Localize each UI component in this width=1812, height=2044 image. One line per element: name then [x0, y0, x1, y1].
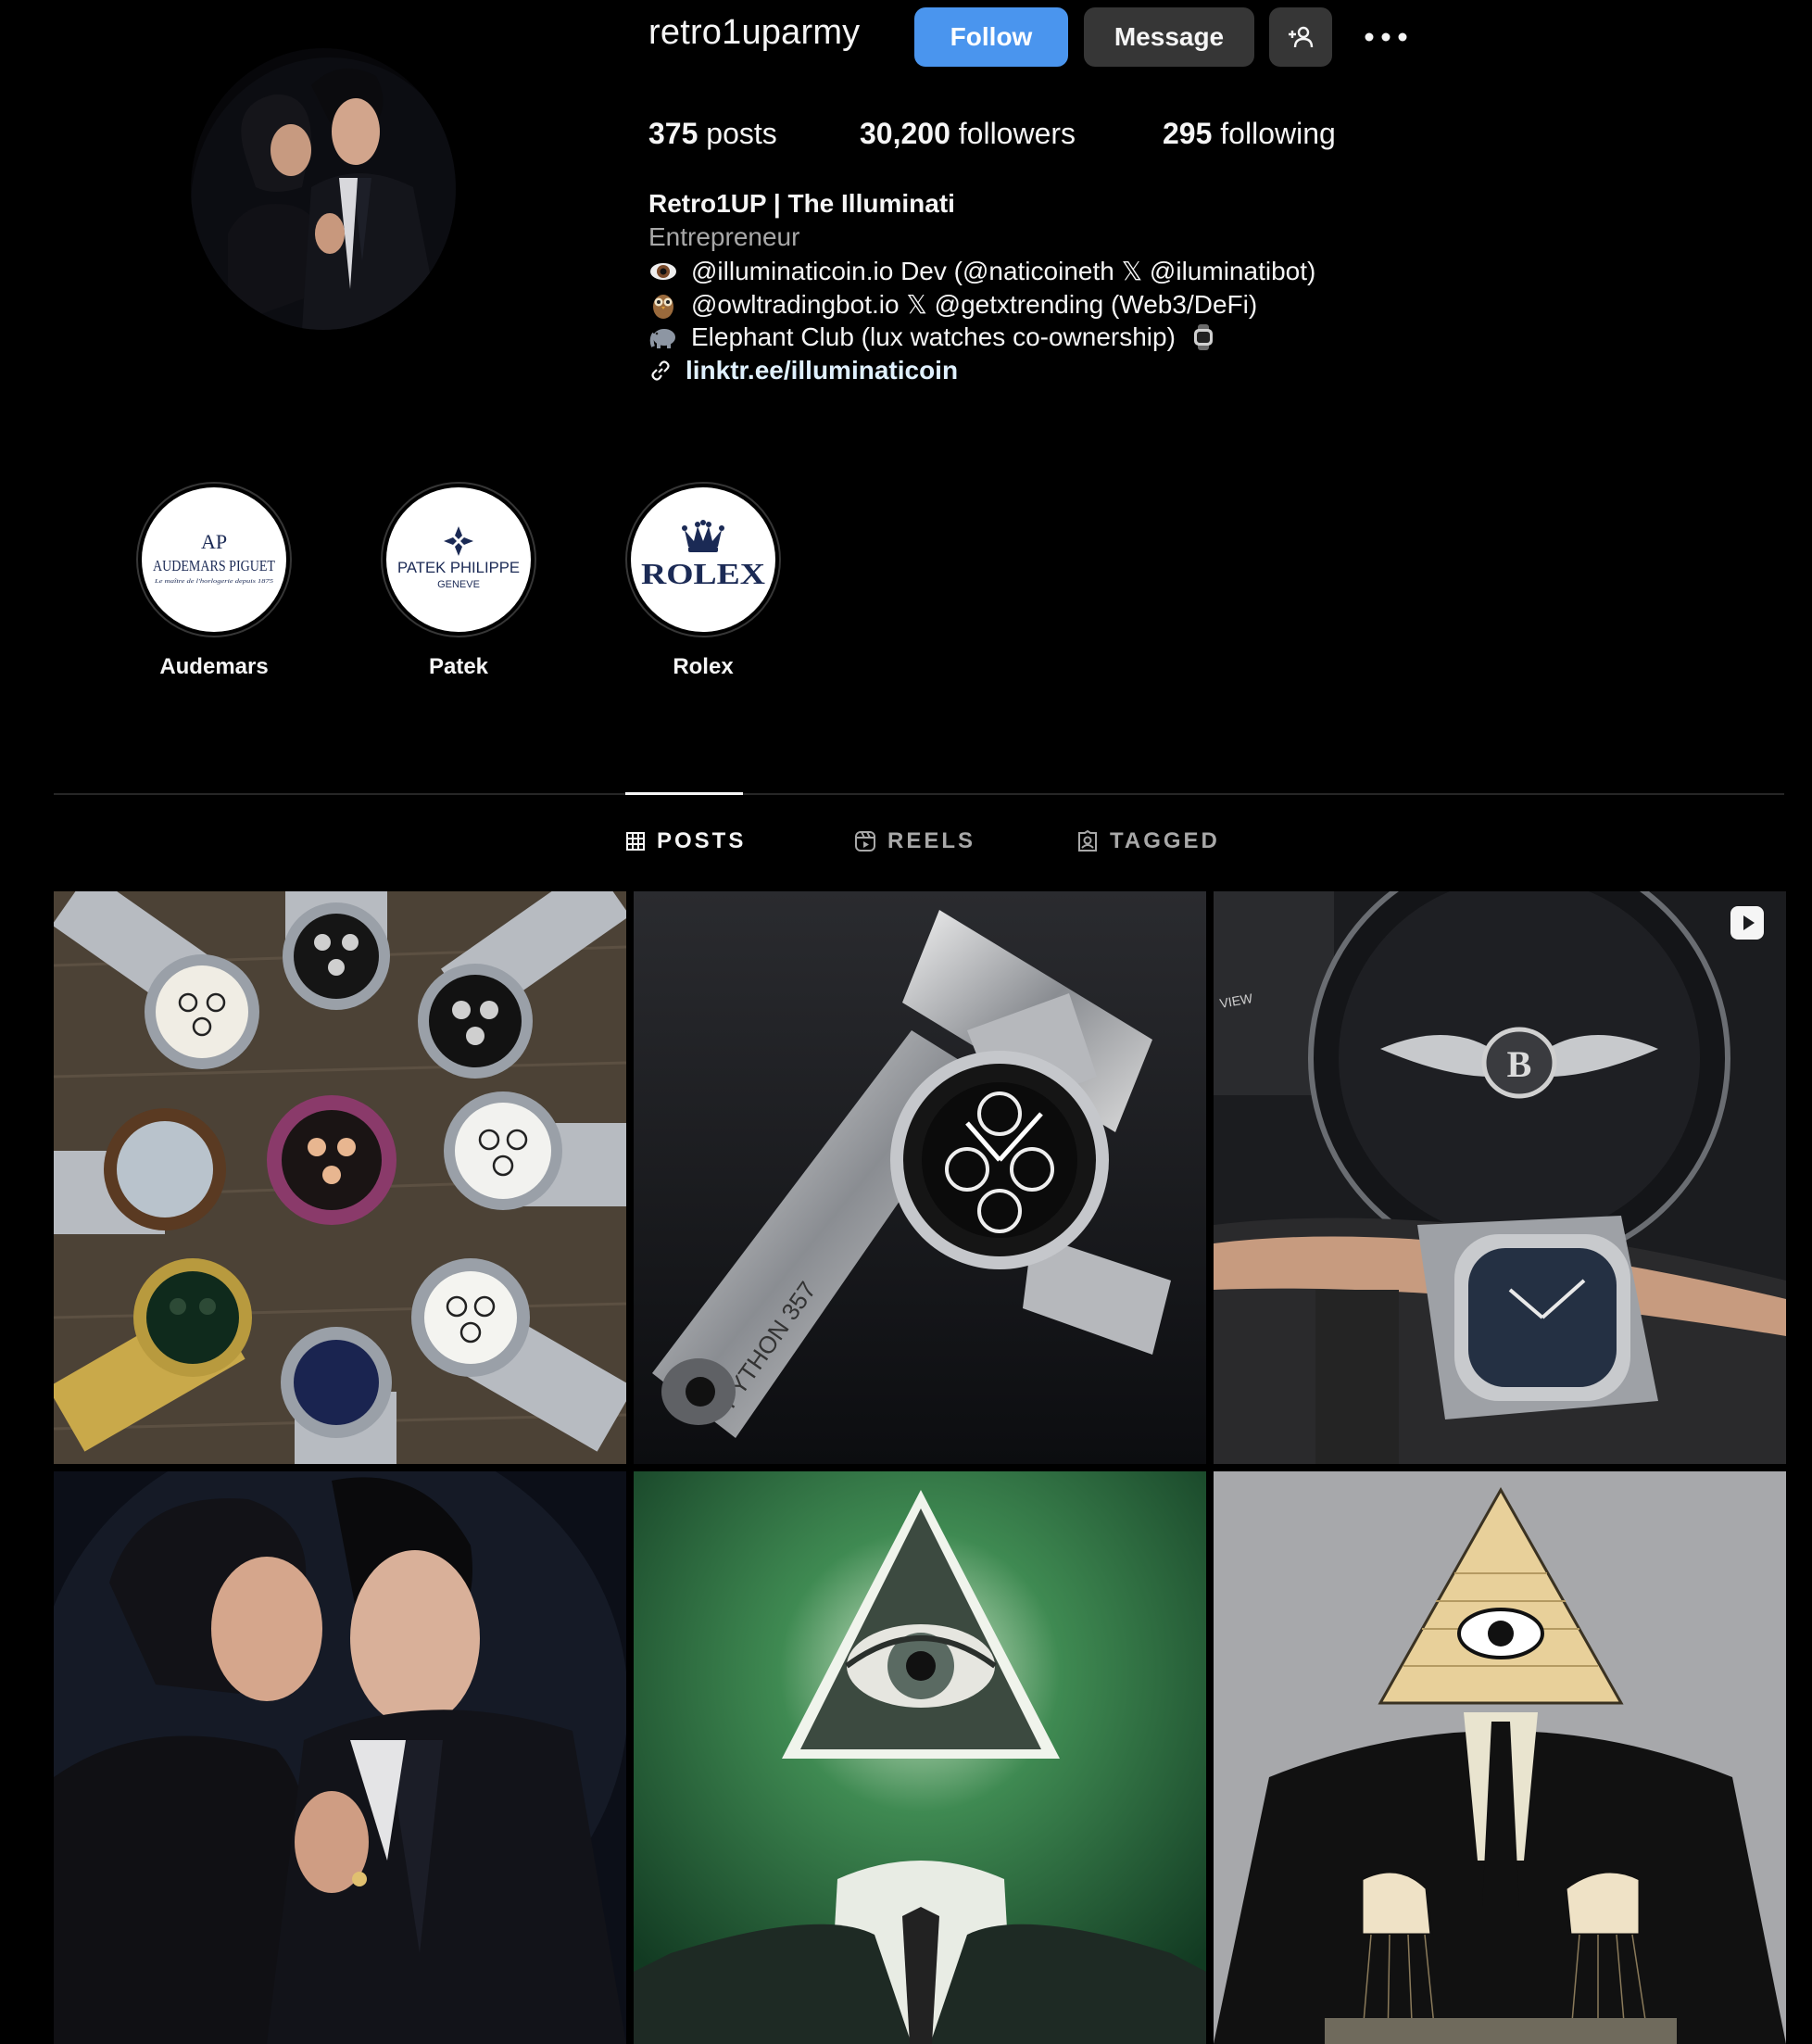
eye-emoji-icon — [650, 262, 676, 280]
owl-emoji-icon — [653, 294, 673, 319]
bio-line: @illuminaticoin.io Dev (@naticoineth 𝕏 @… — [648, 256, 1315, 286]
grid-icon — [626, 832, 645, 851]
post-thumbnail[interactable] — [634, 1471, 1206, 2044]
tab-posts[interactable]: POSTS — [625, 828, 746, 854]
post-thumbnail[interactable]: VIEW B — [1214, 891, 1786, 1464]
bio-line-text: Elephant Club (lux watches co-ownership) — [691, 322, 1176, 351]
highlight-ring: ROLEX — [625, 482, 781, 637]
message-button[interactable]: Message — [1084, 7, 1254, 67]
tab-tagged[interactable]: TAGGED — [1076, 828, 1220, 854]
rolex-logo-text: ROLEX — [641, 557, 765, 590]
post-thumbnail[interactable] — [54, 1471, 626, 2044]
crown-icon — [682, 520, 724, 552]
posts-count-value: 375 — [648, 117, 698, 150]
suggested-users-button[interactable] — [1269, 7, 1332, 67]
post-thumbnail[interactable] — [54, 891, 626, 1464]
ap-logo-tagline: Le maître de l'horlogerie depuis 1875 — [154, 579, 273, 585]
profile-display-name: Retro1UP | The Illuminati — [648, 189, 955, 218]
highlight-audemars[interactable]: AP AUDEMARS PIGUET Le maître de l'horlog… — [136, 482, 292, 680]
bio-external-link[interactable]: linktr.ee/illuminaticoin — [686, 356, 958, 385]
tabs-divider — [54, 793, 1784, 795]
followers-count-value: 30,200 — [860, 117, 950, 150]
highlight-rolex[interactable]: ROLEX Rolex — [625, 482, 781, 680]
highlight-label: Patek — [428, 654, 489, 679]
link-icon — [651, 360, 670, 381]
bio-line-text: @owltradingbot.io 𝕏 @getxtrending (Web3/… — [691, 290, 1258, 319]
following-count-value: 295 — [1163, 117, 1213, 150]
active-tab-indicator — [625, 792, 743, 795]
patek-philippe-logo: PATEK PHILIPPE GENEVE — [386, 487, 531, 632]
tab-label: TAGGED — [1110, 828, 1220, 853]
highlight-ring: AP AUDEMARS PIGUET Le maître de l'horlog… — [136, 482, 292, 637]
tab-reels[interactable]: REELS — [854, 828, 975, 854]
tagged-icon — [1078, 830, 1097, 852]
profile-category: Entrepreneur — [648, 222, 800, 251]
rolex-logo: ROLEX — [631, 487, 775, 632]
calatrava-cross-icon — [444, 526, 473, 556]
more-horizontal-icon — [1365, 32, 1407, 42]
tab-label: REELS — [887, 828, 976, 853]
reel-indicator-icon — [1730, 906, 1764, 940]
highlight-ring: PATEK PHILIPPE GENEVE — [381, 482, 536, 637]
followers-count-label: followers — [958, 117, 1076, 150]
svg-text:B: B — [1507, 1043, 1532, 1085]
watch-emoji-icon — [1193, 324, 1213, 350]
profile-username: retro1uparmy — [648, 13, 861, 52]
bio-line: Elephant Club (lux watches co-ownership) — [648, 322, 1218, 352]
patek-logo-subtext: GENEVE — [437, 579, 480, 590]
bio-line-text: @illuminaticoin.io Dev (@naticoineth 𝕏 @… — [691, 257, 1316, 285]
reels-icon — [855, 831, 875, 852]
bio-line: @owltradingbot.io 𝕏 @getxtrending (Web3/… — [648, 289, 1257, 320]
ap-monogram: AP — [201, 530, 227, 553]
post-thumbnail[interactable] — [1214, 1471, 1786, 2044]
patek-logo-text: PATEK PHILIPPE — [397, 559, 520, 576]
highlight-label: Rolex — [673, 654, 734, 679]
posts-count: 375 posts — [648, 117, 777, 151]
more-options-button[interactable] — [1362, 17, 1410, 57]
post-thumbnail[interactable]: PYTHON 357 — [634, 891, 1206, 1464]
ap-logo-text: AUDEMARS PIGUET — [153, 557, 276, 574]
profile-avatar[interactable] — [191, 48, 456, 330]
add-person-icon — [1289, 26, 1314, 48]
highlight-patek[interactable]: PATEK PHILIPPE GENEVE Patek — [381, 482, 536, 680]
tab-label: POSTS — [657, 828, 747, 853]
following-count-label: following — [1220, 117, 1336, 150]
follow-button[interactable]: Follow — [914, 7, 1068, 67]
following-count[interactable]: 295 following — [1163, 117, 1336, 151]
highlight-label: Audemars — [159, 654, 269, 679]
bio-link-row[interactable]: linktr.ee/illuminaticoin — [648, 356, 958, 385]
posts-count-label: posts — [706, 117, 777, 150]
audemars-piguet-logo: AP AUDEMARS PIGUET Le maître de l'horlog… — [142, 487, 286, 632]
elephant-emoji-icon — [649, 329, 675, 348]
followers-count[interactable]: 30,200 followers — [860, 117, 1076, 151]
